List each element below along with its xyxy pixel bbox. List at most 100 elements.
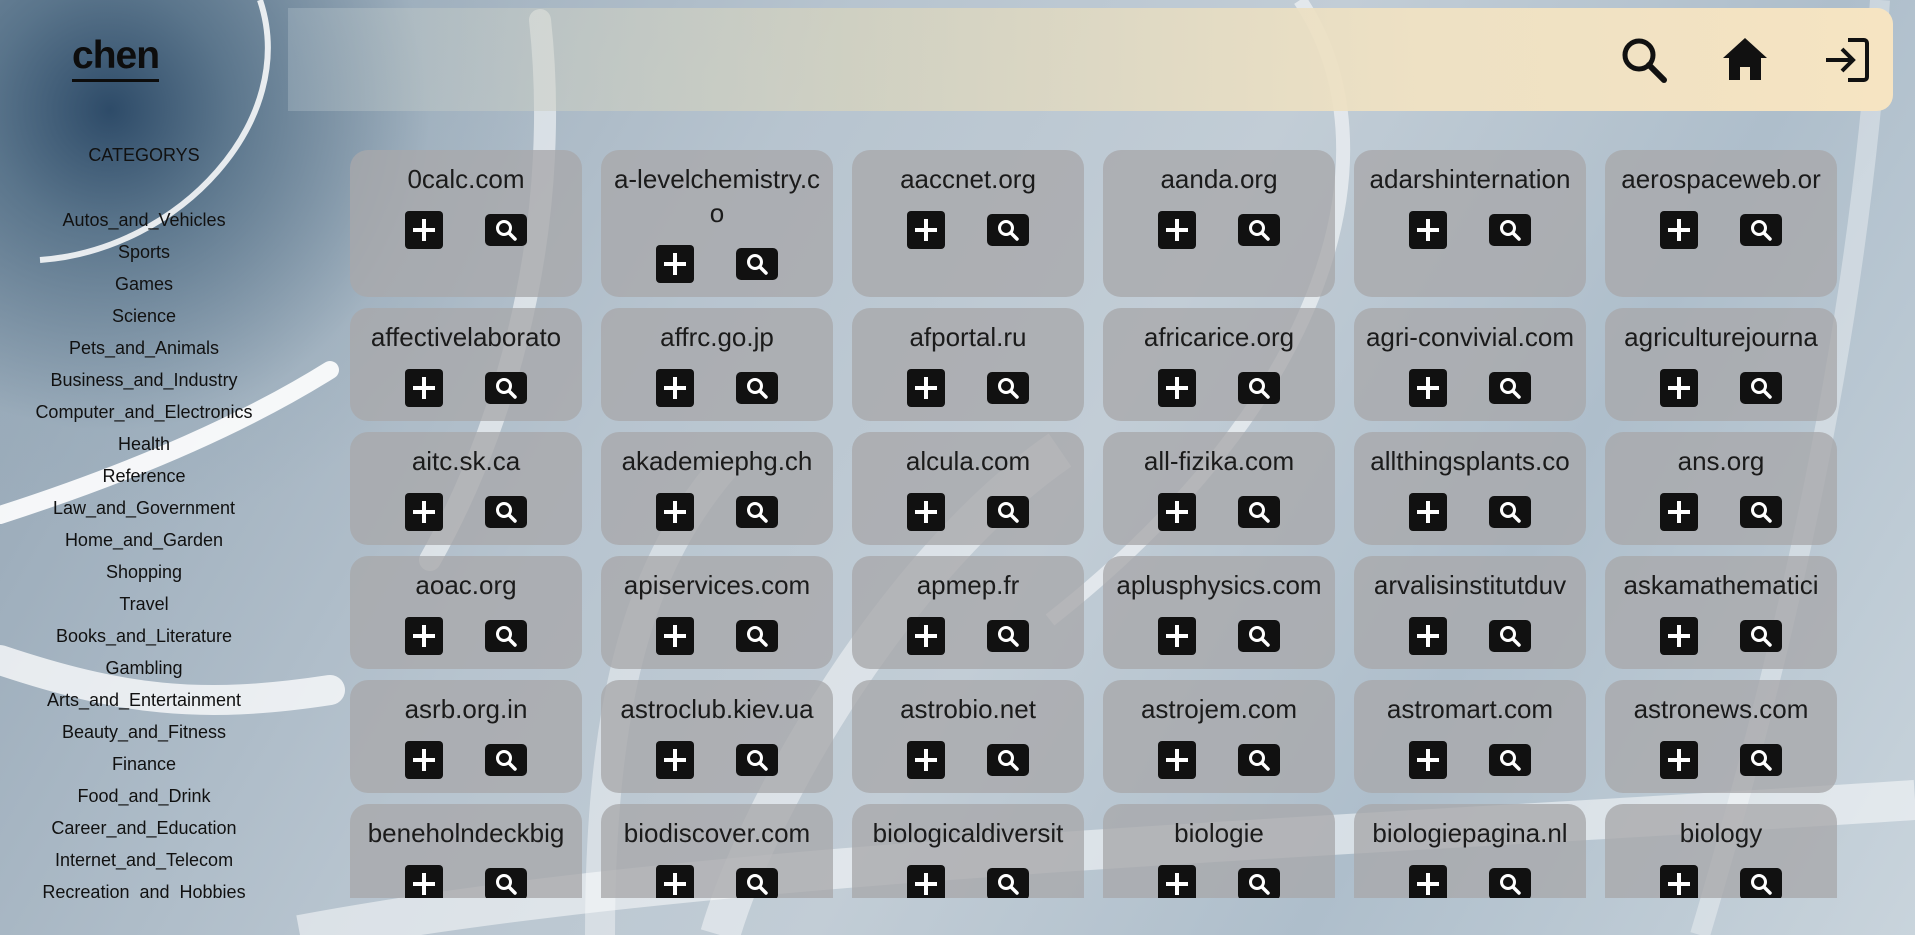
add-icon[interactable]: [907, 493, 945, 531]
search-site-icon[interactable]: [987, 620, 1029, 652]
category-item[interactable]: Home_and_Garden: [0, 528, 288, 560]
category-item[interactable]: Pets_and_Animals: [0, 336, 288, 368]
add-icon[interactable]: [1158, 211, 1196, 249]
search-site-icon[interactable]: [1238, 214, 1280, 246]
add-icon[interactable]: [405, 493, 443, 531]
category-item[interactable]: Autos_and_Vehicles: [0, 208, 288, 240]
search-site-icon[interactable]: [1489, 868, 1531, 898]
add-icon[interactable]: [1158, 493, 1196, 531]
add-icon[interactable]: [1660, 369, 1698, 407]
add-icon[interactable]: [907, 865, 945, 898]
category-item[interactable]: Health: [0, 432, 288, 464]
category-item[interactable]: Sports: [0, 240, 288, 272]
add-icon[interactable]: [1158, 617, 1196, 655]
category-item[interactable]: Finance: [0, 752, 288, 784]
add-icon[interactable]: [405, 369, 443, 407]
add-icon[interactable]: [1660, 211, 1698, 249]
category-item[interactable]: Gambling: [0, 656, 288, 688]
add-icon[interactable]: [1660, 865, 1698, 898]
category-item[interactable]: Books_and_Literature: [0, 624, 288, 656]
add-icon[interactable]: [1409, 741, 1447, 779]
search-site-icon[interactable]: [1740, 372, 1782, 404]
search-site-icon[interactable]: [485, 496, 527, 528]
add-icon[interactable]: [1660, 741, 1698, 779]
category-item[interactable]: Internet_and_Telecom: [0, 848, 288, 880]
category-item[interactable]: Computer_and_Electronics: [0, 400, 288, 432]
search-site-icon[interactable]: [1740, 744, 1782, 776]
search-site-icon[interactable]: [1489, 744, 1531, 776]
add-icon[interactable]: [656, 369, 694, 407]
category-item[interactable]: Science: [0, 304, 288, 336]
search-site-icon[interactable]: [987, 214, 1029, 246]
category-item[interactable]: Career_and_Education: [0, 816, 288, 848]
search-site-icon[interactable]: [1489, 496, 1531, 528]
search-site-icon[interactable]: [1740, 620, 1782, 652]
search-site-icon[interactable]: [1740, 868, 1782, 898]
search-site-icon[interactable]: [1238, 620, 1280, 652]
add-icon[interactable]: [656, 493, 694, 531]
add-icon[interactable]: [1660, 617, 1698, 655]
search-icon[interactable]: [1618, 34, 1670, 86]
site-card: akademiephg.ch: [601, 432, 833, 545]
search-site-icon[interactable]: [1740, 496, 1782, 528]
add-icon[interactable]: [656, 617, 694, 655]
add-icon[interactable]: [1409, 211, 1447, 249]
category-item[interactable]: Shopping: [0, 560, 288, 592]
search-site-icon[interactable]: [1238, 744, 1280, 776]
logout-icon[interactable]: [1820, 34, 1872, 86]
search-site-icon[interactable]: [485, 744, 527, 776]
category-item[interactable]: Travel: [0, 592, 288, 624]
search-site-icon[interactable]: [1489, 620, 1531, 652]
add-icon[interactable]: [1409, 865, 1447, 898]
search-site-icon[interactable]: [1740, 214, 1782, 246]
add-icon[interactable]: [656, 741, 694, 779]
search-site-icon[interactable]: [736, 620, 778, 652]
category-item[interactable]: Arts_and_Entertainment: [0, 688, 288, 720]
add-icon[interactable]: [907, 617, 945, 655]
site-card: beneholndeckbig: [350, 804, 582, 898]
add-icon[interactable]: [405, 617, 443, 655]
category-item[interactable]: Recreation_and_Hobbies: [0, 880, 288, 900]
search-site-icon[interactable]: [485, 868, 527, 898]
search-site-icon[interactable]: [736, 248, 778, 280]
search-site-icon[interactable]: [1489, 214, 1531, 246]
search-site-icon[interactable]: [736, 744, 778, 776]
search-site-icon[interactable]: [987, 868, 1029, 898]
search-site-icon[interactable]: [736, 868, 778, 898]
search-site-icon[interactable]: [485, 620, 527, 652]
search-site-icon[interactable]: [485, 214, 527, 246]
add-icon[interactable]: [907, 369, 945, 407]
app-logo[interactable]: chen: [72, 33, 160, 82]
search-site-icon[interactable]: [736, 496, 778, 528]
add-icon[interactable]: [405, 741, 443, 779]
category-item[interactable]: Games: [0, 272, 288, 304]
add-icon[interactable]: [907, 741, 945, 779]
search-site-icon[interactable]: [1238, 868, 1280, 898]
category-item[interactable]: Food_and_Drink: [0, 784, 288, 816]
add-icon[interactable]: [405, 211, 443, 249]
search-site-icon[interactable]: [485, 372, 527, 404]
add-icon[interactable]: [1409, 493, 1447, 531]
search-site-icon[interactable]: [987, 496, 1029, 528]
search-site-icon[interactable]: [1489, 372, 1531, 404]
add-icon[interactable]: [1409, 369, 1447, 407]
add-icon[interactable]: [1158, 865, 1196, 898]
add-icon[interactable]: [405, 865, 443, 898]
add-icon[interactable]: [1660, 493, 1698, 531]
add-icon[interactable]: [656, 865, 694, 898]
search-site-icon[interactable]: [1238, 372, 1280, 404]
add-icon[interactable]: [1158, 369, 1196, 407]
home-icon[interactable]: [1719, 34, 1771, 86]
category-item[interactable]: Reference: [0, 464, 288, 496]
search-site-icon[interactable]: [987, 372, 1029, 404]
category-item[interactable]: Law_and_Government: [0, 496, 288, 528]
add-icon[interactable]: [907, 211, 945, 249]
add-icon[interactable]: [1158, 741, 1196, 779]
add-icon[interactable]: [1409, 617, 1447, 655]
category-item[interactable]: Business_and_Industry: [0, 368, 288, 400]
search-site-icon[interactable]: [736, 372, 778, 404]
search-site-icon[interactable]: [1238, 496, 1280, 528]
search-site-icon[interactable]: [987, 744, 1029, 776]
add-icon[interactable]: [656, 245, 694, 283]
category-item[interactable]: Beauty_and_Fitness: [0, 720, 288, 752]
